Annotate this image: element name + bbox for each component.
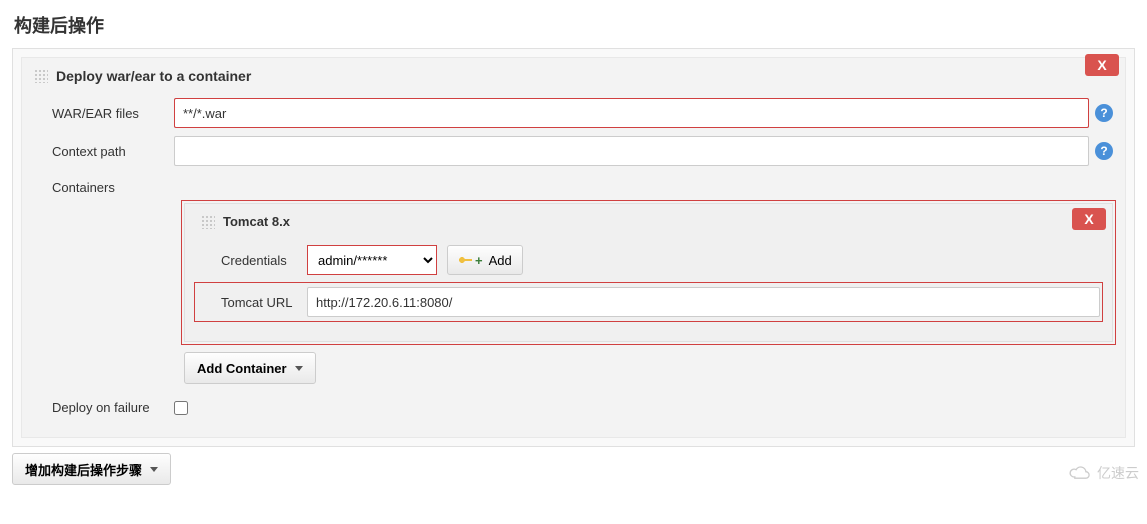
drag-handle-icon[interactable] bbox=[34, 69, 48, 83]
deploy-container-block: X Deploy war/ear to a container WAR/EAR … bbox=[21, 57, 1126, 438]
credentials-row: Credentials admin/****** + Add bbox=[197, 245, 1100, 275]
block-title: Deploy war/ear to a container bbox=[56, 68, 251, 84]
chevron-down-icon bbox=[295, 366, 303, 371]
delete-container-button[interactable]: X bbox=[1072, 208, 1106, 230]
credentials-select[interactable]: admin/****** bbox=[307, 245, 437, 275]
block-header: Deploy war/ear to a container bbox=[34, 68, 1113, 90]
help-icon[interactable]: ? bbox=[1095, 104, 1113, 122]
add-credentials-label: Add bbox=[489, 253, 512, 268]
containers-row: Containers bbox=[34, 174, 1113, 195]
tomcat-url-row: Tomcat URL bbox=[197, 285, 1100, 319]
add-post-build-step-label: 增加构建后操作步骤 bbox=[25, 460, 142, 479]
delete-block-button[interactable]: X bbox=[1085, 54, 1119, 76]
help-icon[interactable]: ? bbox=[1095, 142, 1113, 160]
add-container-button[interactable]: Add Container bbox=[184, 352, 316, 384]
drag-handle-icon[interactable] bbox=[201, 215, 215, 229]
deploy-on-failure-label: Deploy on failure bbox=[34, 400, 164, 415]
container-header: Tomcat 8.x bbox=[201, 214, 1100, 235]
deploy-on-failure-row: Deploy on failure bbox=[34, 400, 1113, 415]
key-icon bbox=[458, 255, 472, 265]
deploy-on-failure-checkbox[interactable] bbox=[174, 401, 188, 415]
tomcat-url-input[interactable] bbox=[307, 287, 1100, 317]
war-ear-input[interactable] bbox=[174, 98, 1089, 128]
tomcat-url-label: Tomcat URL bbox=[197, 295, 297, 310]
tomcat-container-panel: X Tomcat 8.x Credentials admin/****** + … bbox=[184, 203, 1113, 342]
context-path-label: Context path bbox=[34, 144, 164, 159]
containers-label: Containers bbox=[34, 174, 164, 195]
post-build-panel: X Deploy war/ear to a container WAR/EAR … bbox=[12, 48, 1135, 447]
war-ear-label: WAR/EAR files bbox=[34, 106, 164, 121]
add-container-label: Add Container bbox=[197, 361, 287, 376]
section-title: 构建后操作 bbox=[0, 0, 1147, 48]
context-path-input[interactable] bbox=[174, 136, 1089, 166]
add-post-build-step-row: 增加构建后操作步骤 bbox=[12, 453, 1135, 485]
credentials-label: Credentials bbox=[197, 253, 297, 268]
context-path-row: Context path ? bbox=[34, 136, 1113, 166]
container-title: Tomcat 8.x bbox=[223, 214, 290, 229]
plus-icon: + bbox=[475, 253, 483, 268]
add-post-build-step-button[interactable]: 增加构建后操作步骤 bbox=[12, 453, 171, 485]
war-ear-row: WAR/EAR files ? bbox=[34, 98, 1113, 128]
add-container-row: Add Container bbox=[184, 352, 1113, 384]
chevron-down-icon bbox=[150, 467, 158, 472]
add-credentials-button[interactable]: + Add bbox=[447, 245, 523, 275]
